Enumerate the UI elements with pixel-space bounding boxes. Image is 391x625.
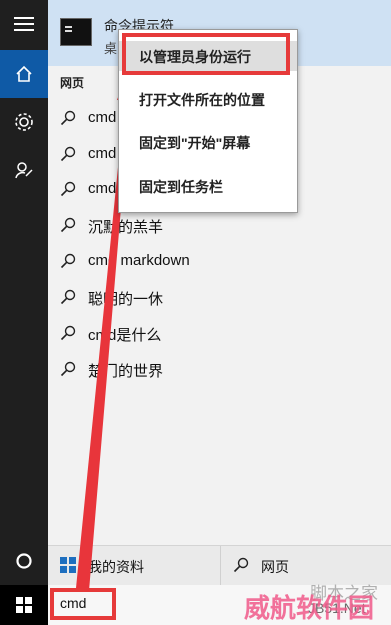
menu-item-label: 固定到任务栏 [139, 179, 223, 195]
pin-to-start-menu-item[interactable]: 固定到"开始"屏幕 [119, 127, 297, 157]
menu-item-label: 打开文件所在的位置 [139, 92, 265, 108]
menu-item-label: 固定到"开始"屏幕 [139, 135, 251, 151]
open-file-location-menu-item[interactable]: 打开文件所在的位置 [119, 84, 297, 114]
pin-to-taskbar-menu-item[interactable]: 固定到任务栏 [119, 171, 297, 201]
menu-highlight-box [122, 33, 290, 75]
